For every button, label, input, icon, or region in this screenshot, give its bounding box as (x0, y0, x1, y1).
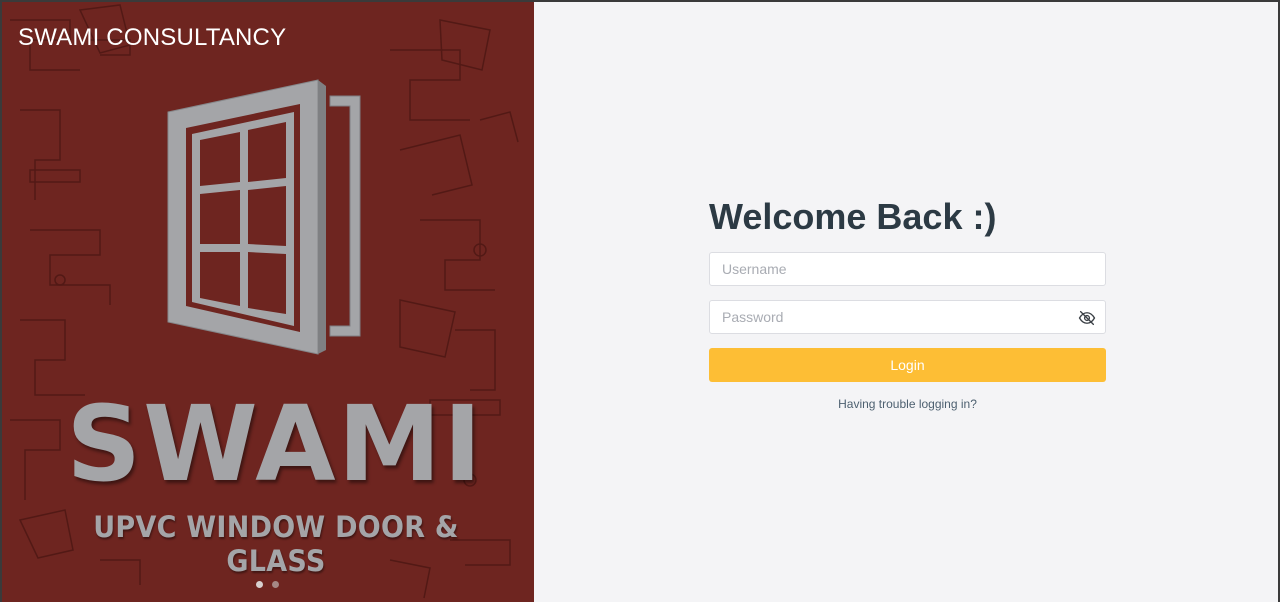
login-button[interactable]: Login (709, 348, 1106, 382)
trouble-logging-in-link[interactable]: Having trouble logging in? (709, 397, 1106, 411)
hero-panel: SWAMI UPVC WINDOW DOOR & GLASS SWAMI CON… (0, 0, 534, 602)
login-form: Welcome Back :) Login Having trouble log… (709, 196, 1106, 411)
carousel-dot-2[interactable] (272, 581, 279, 588)
carousel-dot-1[interactable] (256, 581, 263, 588)
password-field-wrapper (709, 300, 1106, 334)
welcome-heading: Welcome Back :) (709, 196, 997, 237)
username-field-wrapper (709, 252, 1106, 286)
logo-wordmark: SWAMI (66, 383, 484, 505)
logo-tagline: UPVC WINDOW DOOR & GLASS (93, 510, 459, 578)
password-input[interactable] (710, 301, 1105, 333)
eye-off-icon[interactable] (1078, 309, 1096, 327)
carousel-dots (256, 581, 279, 588)
username-input[interactable] (710, 253, 1105, 285)
brand-title: SWAMI CONSULTANCY (18, 24, 287, 51)
